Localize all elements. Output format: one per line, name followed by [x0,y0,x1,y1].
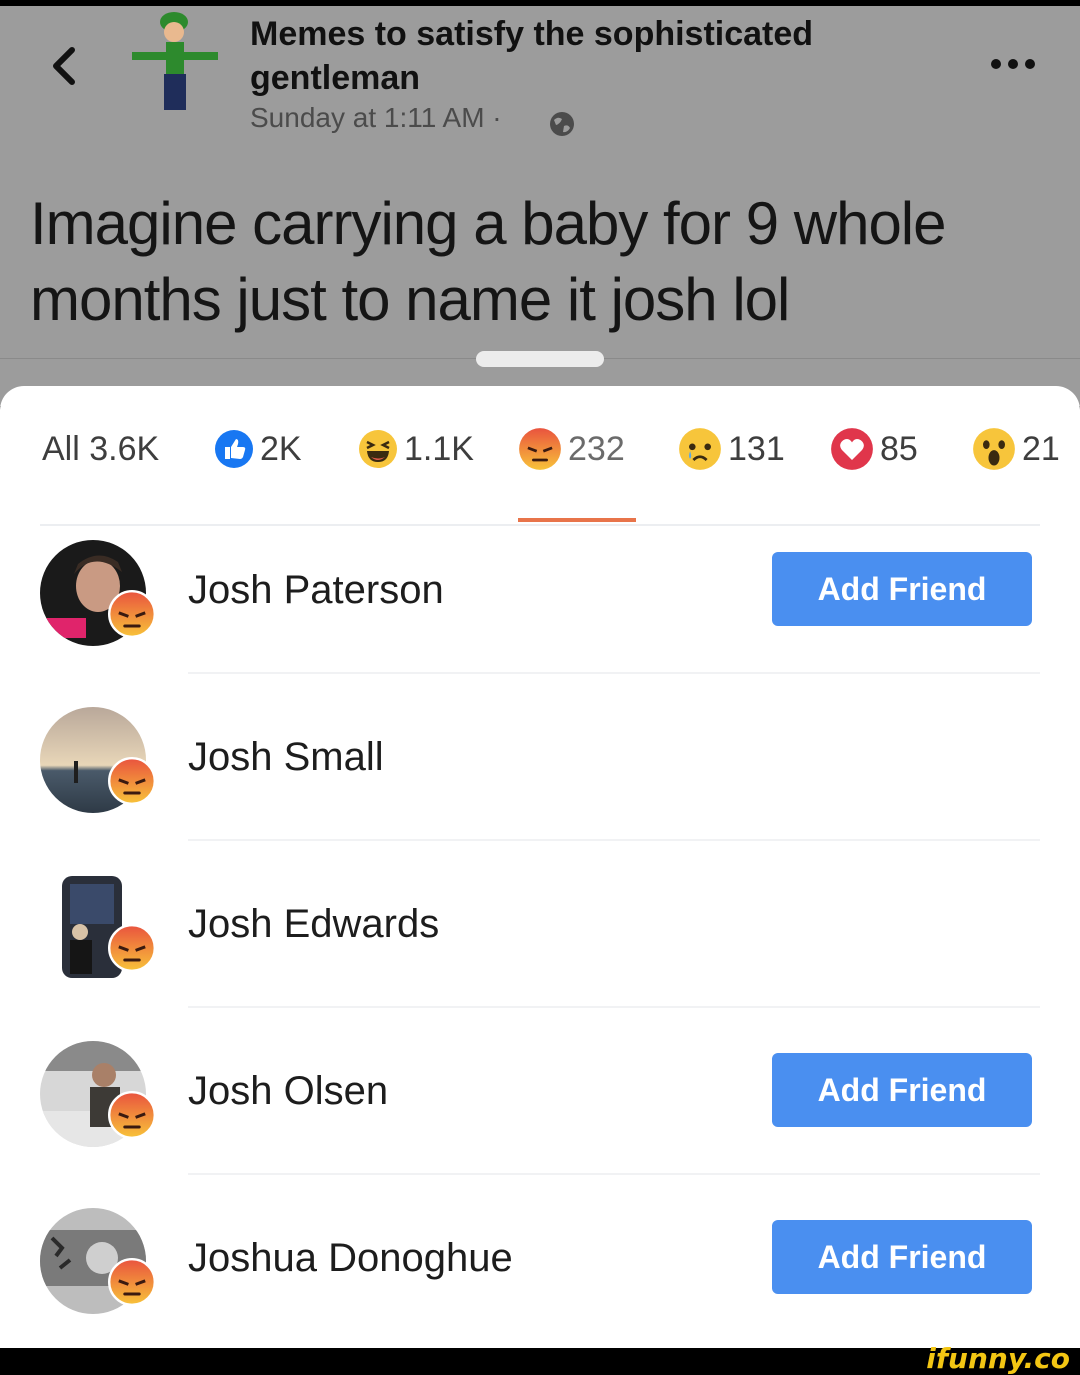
person-name[interactable]: Joshua Donoghue [188,1236,513,1281]
tab-label: All 3.6K [42,429,160,468]
list-item[interactable]: Josh Small [0,673,1080,841]
tab-label: 21 [1022,429,1060,468]
sheet-drag-handle[interactable] [476,351,604,367]
tab-sad[interactable]: 131 [678,424,785,474]
tab-label: 2K [260,429,302,468]
list-item[interactable]: Josh Edwards [0,840,1080,1008]
reactions-sheet: All 3.6K 2K 1.1K 232 131 85 21 Josh Pate… [0,386,1080,1348]
angry-icon [108,590,156,638]
love-icon [831,428,873,470]
wow-icon [973,428,1015,470]
add-friend-button[interactable]: Add Friend [772,1053,1032,1127]
haha-icon [359,430,397,468]
person-name[interactable]: Josh Small [188,735,384,780]
angry-icon [519,428,561,470]
page-avatar[interactable] [128,8,224,114]
watermark-logo: ifunny.co [926,1342,1070,1375]
page-name[interactable]: Memes to satisfy the sophisticated gentl… [250,12,950,100]
person-name[interactable]: Josh Olsen [188,1069,388,1114]
post-timestamp[interactable]: Sunday at 1:11 AM · [250,102,502,134]
tab-love[interactable]: 85 [830,424,918,474]
angry-icon [108,1091,156,1139]
tab-angry[interactable]: 232 [518,424,625,474]
post-text: Imagine carrying a baby for 9 whole mont… [30,190,947,333]
more-dots-icon[interactable] [988,54,1038,74]
reaction-tabs: All 3.6K 2K 1.1K 232 131 85 21 [0,406,1080,526]
list-item[interactable]: Joshua Donoghue Add Friend [0,1174,1080,1341]
person-name[interactable]: Josh Paterson [188,568,444,613]
sad-icon [679,428,721,470]
tab-wow[interactable]: 21 [972,424,1060,474]
tab-label: 232 [568,429,625,468]
chevron-left-icon[interactable] [44,42,84,90]
list-item[interactable]: Josh Olsen Add Friend [0,1007,1080,1175]
tab-like[interactable]: 2K [214,424,302,474]
post-header-area: Memes to satisfy the sophisticated gentl… [0,6,1080,406]
add-friend-button[interactable]: Add Friend [772,1220,1032,1294]
person-name[interactable]: Josh Edwards [188,902,439,947]
footer-bar [0,1348,1080,1369]
tab-label: 85 [880,429,918,468]
add-friend-button[interactable]: Add Friend [772,552,1032,626]
globe-icon [550,112,574,136]
tab-label: 1.1K [404,429,474,468]
angry-icon [108,757,156,805]
angry-icon [108,924,156,972]
tab-label: 131 [728,429,785,468]
tab-haha[interactable]: 1.1K [358,424,474,474]
tab-all[interactable]: All 3.6K [42,424,159,474]
list-item[interactable]: Josh Paterson Add Friend [0,506,1080,674]
angry-icon [108,1258,156,1306]
like-icon [215,430,253,468]
